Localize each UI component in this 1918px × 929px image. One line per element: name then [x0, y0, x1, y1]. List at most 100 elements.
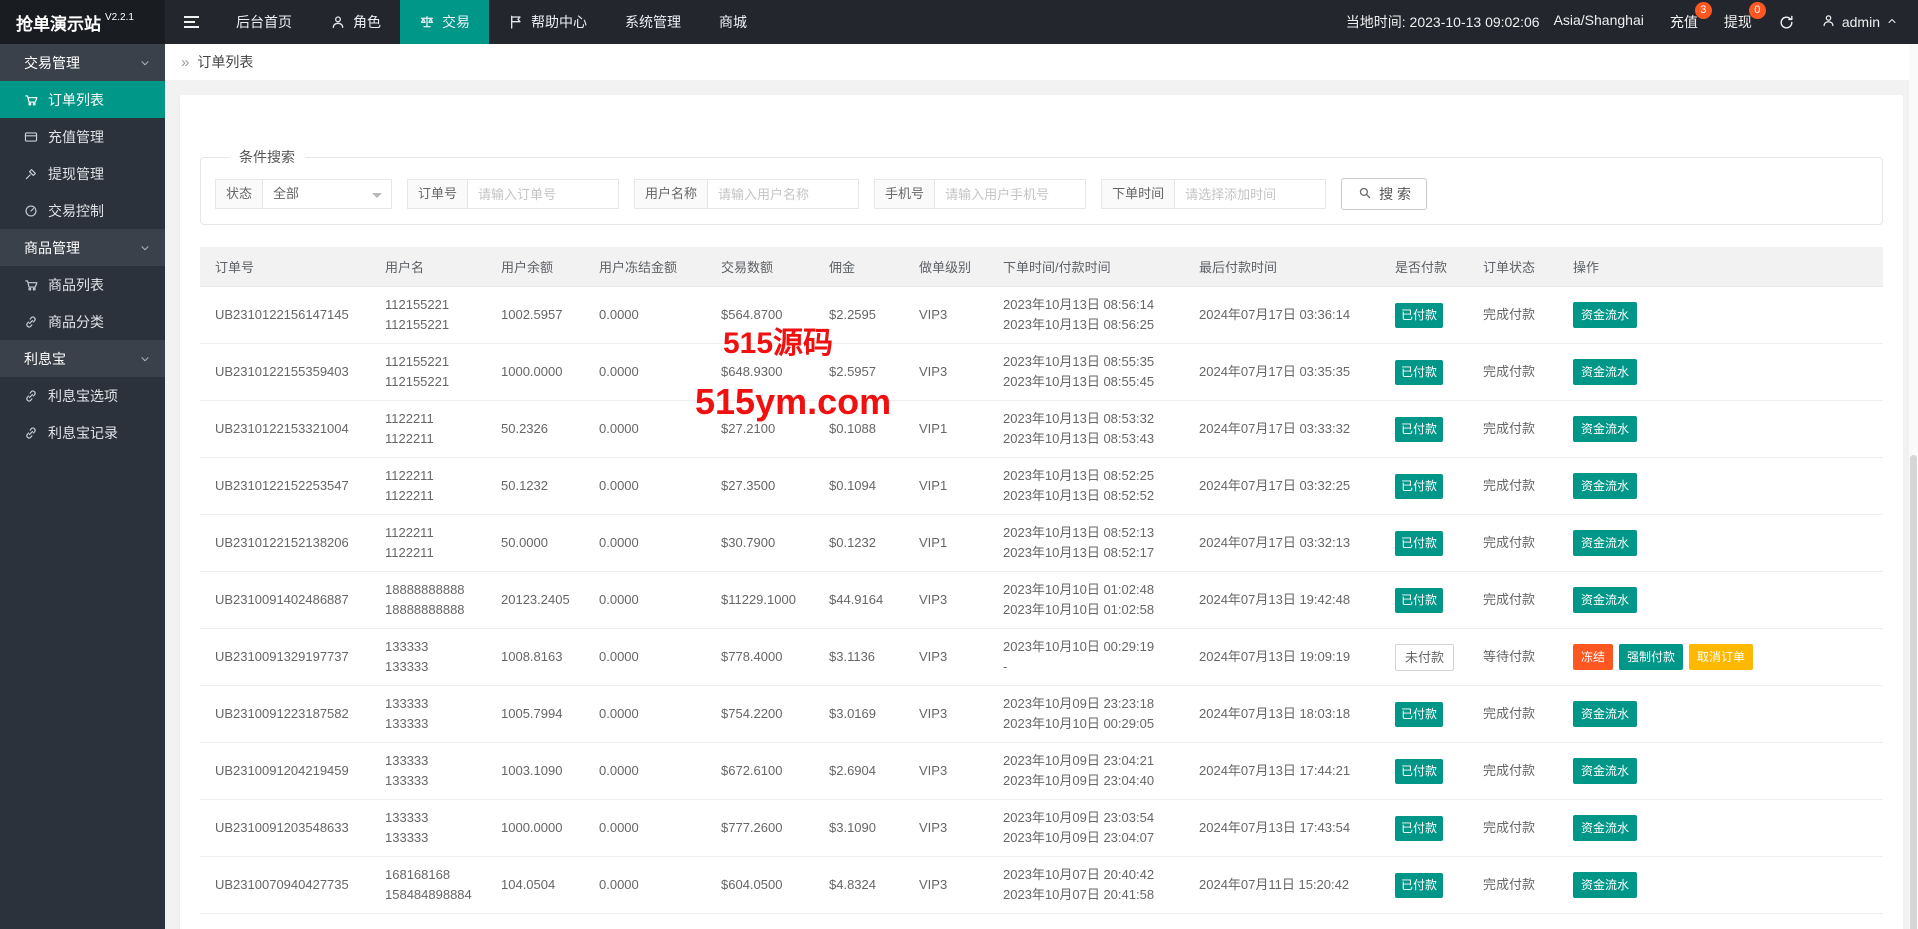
- nav-item[interactable]: 商城: [700, 0, 766, 44]
- balance-cell: 20123.2405: [486, 571, 584, 629]
- level-cell: VIP3: [904, 799, 988, 857]
- table-row: UB2310070940427735 168168168 158484898884 1…: [200, 856, 1883, 914]
- action-button[interactable]: 资金流水: [1573, 416, 1638, 442]
- column-header: 最后付款时间: [1184, 247, 1380, 287]
- phone-input[interactable]: [934, 179, 1087, 209]
- order-time-cell: 2023年10月09日 23:04:21 2023年10月09日 23:04:40: [988, 742, 1184, 800]
- table-row: UB2310122155359403 112155221 112155221 1000…: [200, 343, 1883, 401]
- app-logo: 抢单演示站 V2.2.1: [0, 0, 165, 44]
- balance-cell: 1000.0000: [486, 799, 584, 857]
- level-cell: VIP3: [904, 685, 988, 743]
- pay-status-cell: 已付款: [1380, 571, 1468, 629]
- nav-item-label: 后台首页: [236, 14, 292, 30]
- frozen-cell: 0.0000: [584, 286, 706, 344]
- search-button[interactable]: 搜 索: [1341, 178, 1427, 210]
- chevron-down-icon: [141, 60, 149, 65]
- column-header: 用户冻结金额: [584, 247, 706, 287]
- sidebar-item[interactable]: 充值管理: [0, 118, 165, 155]
- status-label: 状态: [215, 179, 263, 209]
- nav-item[interactable]: 交易: [400, 0, 489, 44]
- sidebar-item-label: 商品列表: [48, 276, 104, 293]
- order-no-input[interactable]: [467, 179, 620, 209]
- recharge-label: 充值: [1669, 14, 1698, 30]
- frozen-cell: 0.0000: [584, 742, 706, 800]
- breadcrumb-current: 订单列表: [197, 54, 254, 70]
- sidebar-item[interactable]: 订单列表: [0, 81, 165, 118]
- order-time-label: 下单时间: [1101, 179, 1175, 209]
- sidebar-group-header[interactable]: 交易管理: [0, 44, 165, 81]
- actions-cell: 资金流水: [1558, 400, 1883, 458]
- amount-cell: $27.3500: [706, 457, 814, 515]
- action-button[interactable]: 冻结: [1573, 644, 1614, 670]
- user-menu[interactable]: admin: [1821, 13, 1898, 31]
- order-no-cell: UB2310122152138206: [200, 514, 370, 572]
- amount-cell: $754.2200: [706, 685, 814, 743]
- order-status-cell: 完成付款: [1468, 799, 1558, 857]
- pay-status-badge: 已付款: [1395, 473, 1444, 499]
- frozen-cell: 0.0000: [584, 685, 706, 743]
- action-button[interactable]: 资金流水: [1573, 587, 1638, 613]
- action-button[interactable]: 强制付款: [1619, 644, 1684, 670]
- pay-status-cell: 未付款: [1380, 628, 1468, 686]
- order-no-cell: UB2310091204219459: [200, 742, 370, 800]
- sidebar-item[interactable]: 提现管理: [0, 155, 165, 192]
- action-button[interactable]: 资金流水: [1573, 701, 1638, 727]
- order-no-cell: UB2310122156147145: [200, 286, 370, 344]
- last-pay-time-cell: 2024年07月13日 18:03:18: [1184, 685, 1380, 743]
- sidebar-item[interactable]: 商品列表: [0, 266, 165, 303]
- order-no-cell: UB2310122153321004: [200, 400, 370, 458]
- last-pay-time-cell: 2024年07月17日 03:32:25: [1184, 457, 1380, 515]
- user-name-input[interactable]: [707, 179, 860, 209]
- pay-status-badge: 已付款: [1395, 359, 1444, 385]
- order-time-input[interactable]: [1174, 179, 1327, 209]
- sidebar-group-header[interactable]: 商品管理: [0, 229, 165, 266]
- nav-item[interactable]: 后台首页: [217, 0, 311, 44]
- action-button[interactable]: 资金流水: [1573, 302, 1638, 328]
- sidebar-item-label: 商品分类: [48, 313, 104, 330]
- scrollbar-thumb[interactable]: [1910, 455, 1917, 929]
- order-status-cell: 完成付款: [1468, 571, 1558, 629]
- user-name-cell: 168168168 158484898884: [370, 856, 486, 914]
- action-button[interactable]: 资金流水: [1573, 872, 1638, 898]
- refresh-icon[interactable]: [1778, 14, 1795, 31]
- recharge-button[interactable]: 充值 3: [1669, 2, 1712, 32]
- order-time-cell: 2023年10月09日 23:23:18 2023年10月10日 00:29:05: [988, 685, 1184, 743]
- nav-item[interactable]: 帮助中心: [489, 0, 606, 44]
- column-header: 下单时间/付款时间: [988, 247, 1184, 287]
- action-button[interactable]: 资金流水: [1573, 758, 1638, 784]
- last-pay-time-cell: 2024年07月17日 03:36:14: [1184, 286, 1380, 344]
- chevron-up-icon: [1888, 19, 1896, 23]
- sidebar-group-header[interactable]: 利息宝: [0, 340, 165, 377]
- nav-item[interactable]: 角色: [311, 0, 400, 44]
- scrollbar[interactable]: [1909, 44, 1918, 929]
- action-button[interactable]: 资金流水: [1573, 530, 1638, 556]
- column-header: 做单级别: [904, 247, 988, 287]
- sidebar-item-label: 利息宝记录: [48, 424, 118, 441]
- pay-status-badge: 已付款: [1395, 530, 1444, 556]
- level-cell: VIP1: [904, 400, 988, 458]
- order-status-cell: 完成付款: [1468, 856, 1558, 914]
- sidebar-group-label: 交易管理: [24, 54, 80, 71]
- withdraw-button[interactable]: 提现 0: [1724, 2, 1766, 32]
- sidebar-group-label: 利息宝: [24, 350, 66, 367]
- action-button[interactable]: 资金流水: [1573, 815, 1638, 841]
- sidebar-item[interactable]: 利息宝选项: [0, 377, 165, 414]
- sidebar-item[interactable]: 交易控制: [0, 192, 165, 229]
- sidebar-item[interactable]: 商品分类: [0, 303, 165, 340]
- pay-status-badge: 未付款: [1395, 643, 1455, 671]
- pay-status-badge: 已付款: [1395, 302, 1444, 328]
- hammer-icon: [25, 168, 36, 179]
- nav-item[interactable]: 系统管理: [606, 0, 700, 44]
- status-select[interactable]: 全部: [262, 179, 393, 209]
- action-button[interactable]: 资金流水: [1573, 359, 1638, 385]
- cart-icon: [25, 94, 38, 106]
- timezone: Asia/Shanghai: [1553, 12, 1644, 28]
- action-button[interactable]: 取消订单: [1689, 644, 1754, 670]
- order-no-label: 订单号: [407, 179, 468, 209]
- sidebar-item[interactable]: 利息宝记录: [0, 414, 165, 451]
- action-button[interactable]: 资金流水: [1573, 473, 1638, 499]
- menu-toggle-icon[interactable]: [165, 0, 217, 44]
- breadcrumb: » 订单列表: [165, 44, 1918, 80]
- column-header: 佣金: [814, 247, 904, 287]
- order-time-cell: 2023年10月10日 00:29:19-: [988, 628, 1184, 686]
